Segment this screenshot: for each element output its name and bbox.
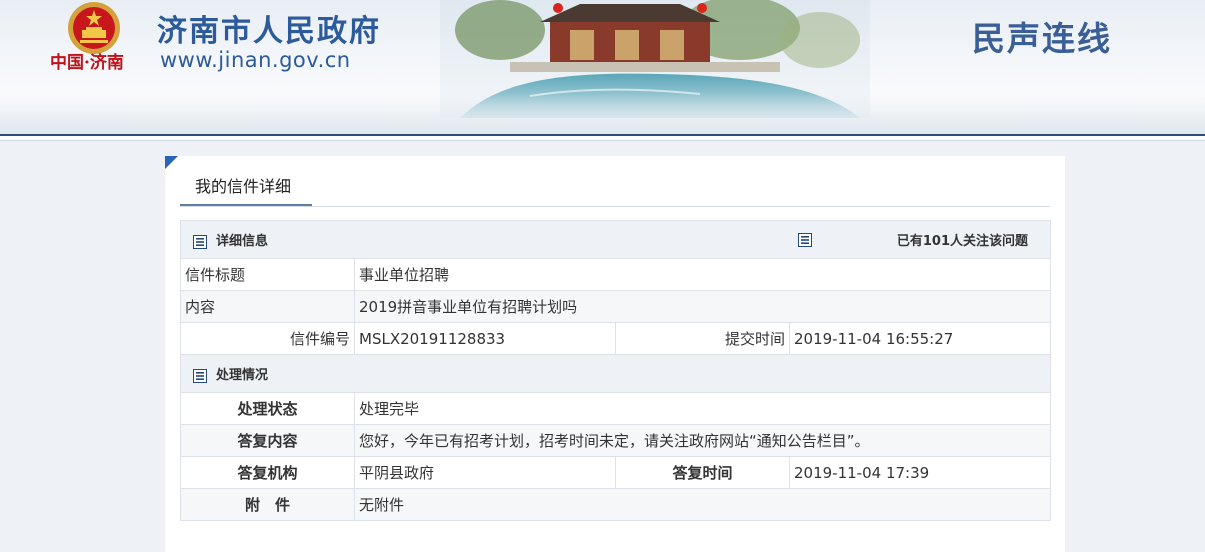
handling-header-row: 处理情况 bbox=[179, 354, 1052, 393]
site-url[interactable]: www.jinan.gov.cn bbox=[160, 48, 351, 72]
followers-count: 已有101人关注该问题 bbox=[896, 234, 1029, 249]
submit-time-value: 2019-11-04 16:55:27 bbox=[788, 322, 1052, 355]
content-value: 2019拼音事业单位有招聘计划吗 bbox=[353, 290, 1052, 323]
reply-content-label: 答复内容 bbox=[180, 424, 355, 457]
reply-time-label: 答复时间 bbox=[615, 456, 790, 489]
handling-heading: 处理情况 bbox=[216, 368, 269, 383]
list-icon bbox=[193, 234, 207, 249]
reply-content-value: 您好，今年已有招考计划，招考时间未定，请关注政府网站“通知公告栏目”。 bbox=[353, 424, 1052, 457]
letter-number-label: 信件编号 bbox=[180, 322, 355, 355]
status-label: 处理状态 bbox=[180, 392, 355, 425]
corner-accent bbox=[165, 156, 178, 169]
section-title: 民声连线 bbox=[972, 19, 1112, 58]
letter-detail-table: 详细信息 已有101人关注该问题 信件标题 事业单位招聘 内容 2019拼音事业… bbox=[179, 220, 1052, 521]
reply-org-label: 答复机构 bbox=[180, 456, 355, 489]
table-row: 处理状态 处理完毕 bbox=[180, 392, 1052, 425]
table-row: 答复机构 平阴县政府 答复时间 2019-11-04 17:39 bbox=[180, 456, 1052, 489]
attachment-label: 附 件 bbox=[180, 488, 355, 521]
reply-time-value: 2019-11-04 17:39 bbox=[788, 456, 1052, 489]
header-divider bbox=[0, 134, 1205, 141]
table-row: 答复内容 您好，今年已有招考计划，招考时间未定，请关注政府网站“通知公告栏目”。 bbox=[180, 424, 1052, 457]
list-icon bbox=[798, 233, 812, 247]
site-name[interactable]: 济南市人民政府 bbox=[157, 6, 381, 50]
china-jinan-mark: 中国·济南 bbox=[50, 53, 124, 73]
tab-my-letter-detail[interactable]: 我的信件详细 bbox=[180, 176, 312, 206]
title-label: 信件标题 bbox=[180, 258, 355, 291]
tab-underline bbox=[180, 206, 1050, 207]
title-value: 事业单位招聘 bbox=[353, 258, 1052, 291]
content-label: 内容 bbox=[180, 290, 355, 323]
table-row: 信件标题 事业单位招聘 bbox=[180, 258, 1052, 291]
letter-number-value: MSLX20191128833 bbox=[354, 322, 616, 355]
table-row: 附 件 无附件 bbox=[180, 488, 1052, 521]
submit-time-label: 提交时间 bbox=[615, 322, 790, 355]
attachment-value: 无附件 bbox=[353, 488, 1052, 521]
banner-scene-image bbox=[440, 0, 870, 118]
letter-detail-panel: 我的信件详细 详细信息 已有101人关注该问题 信件标题 事业单位招聘 内容 2… bbox=[165, 156, 1065, 552]
table-row: 内容 2019拼音事业单位有招聘计划吗 bbox=[180, 290, 1052, 323]
table-row: 信件编号 MSLX20191128833 提交时间 2019-11-04 16:… bbox=[180, 322, 1052, 355]
status-value: 处理完毕 bbox=[353, 392, 1052, 425]
details-heading: 详细信息 bbox=[216, 234, 269, 249]
list-icon bbox=[193, 368, 207, 383]
header-banner: 中国·济南 济南市人民政府 www.jinan.gov.cn 民声连线 bbox=[0, 0, 1205, 134]
details-header-row: 详细信息 已有101人关注该问题 bbox=[179, 220, 1052, 259]
reply-org-value: 平阴县政府 bbox=[354, 456, 616, 489]
